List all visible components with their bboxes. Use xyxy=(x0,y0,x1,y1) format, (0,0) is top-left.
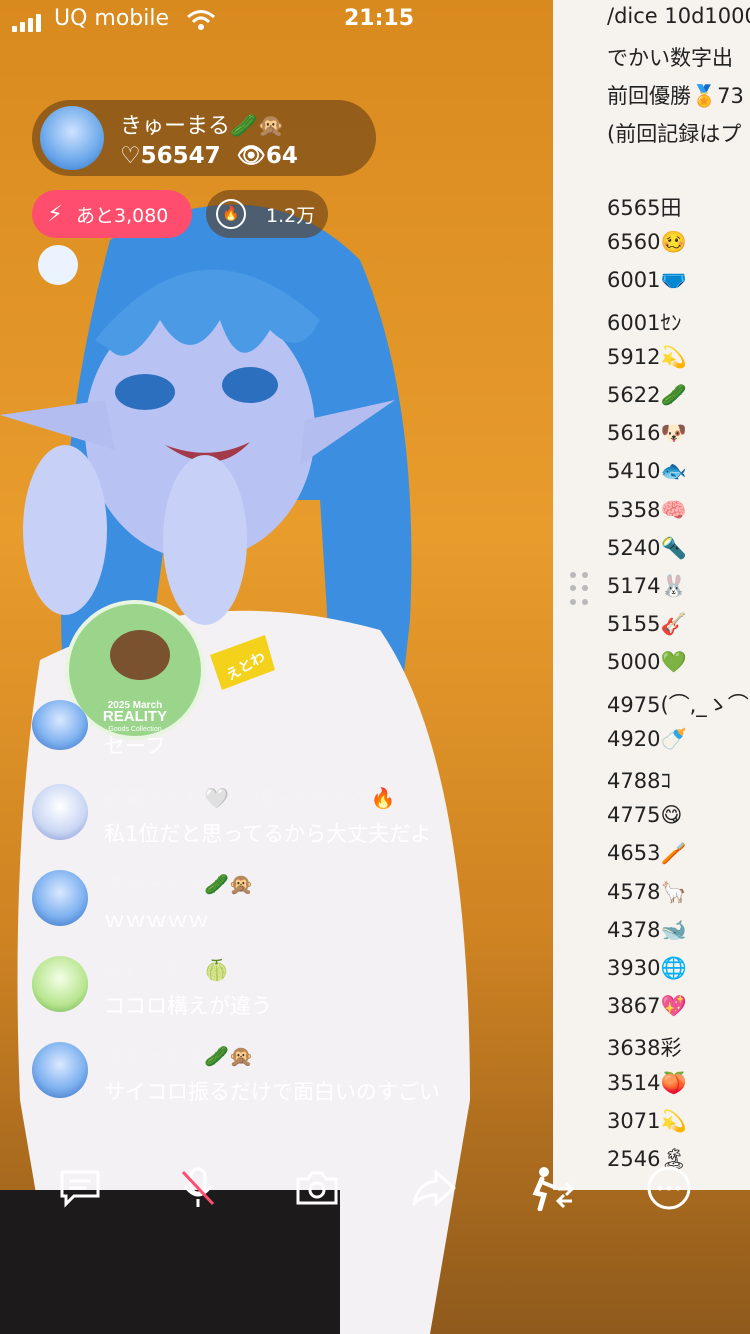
chat-avatar[interactable] xyxy=(32,1042,88,1098)
more-icon[interactable] xyxy=(641,1162,697,1214)
bottom-toolbar xyxy=(0,1150,750,1226)
notes-entry: 3638彩 xyxy=(607,1036,682,1061)
carrier-label: UQ mobile xyxy=(54,6,170,31)
chat-avatar[interactable] xyxy=(32,784,88,840)
notes-entry: 3930🌐 xyxy=(607,956,687,980)
chat-avatar[interactable] xyxy=(32,956,88,1012)
notes-entry: 5358🧠 xyxy=(607,497,687,522)
collab-icon[interactable] xyxy=(524,1162,580,1214)
viewer-count: 👁64 xyxy=(236,143,298,169)
chat-text: ココロ構えが違う xyxy=(104,994,272,1018)
chat-username: みどりおん🍈 xyxy=(104,958,229,982)
comment-icon[interactable] xyxy=(52,1162,108,1214)
notes-entry: 5174🐰 xyxy=(607,574,687,598)
chat-avatar[interactable] xyxy=(32,700,88,750)
notes-entry: 5912💫 xyxy=(607,344,687,369)
notes-header-line: 前回優勝🏅73 xyxy=(607,84,744,108)
notes-entry: 6001🩲 xyxy=(607,268,687,293)
remaining-points-label: あと3,080 xyxy=(76,204,169,227)
notes-entry: 5240🔦 xyxy=(607,535,687,560)
notes-entry: 4775😋 xyxy=(607,803,683,828)
notes-entry: 5155🎸 xyxy=(607,612,687,637)
camera-icon[interactable] xyxy=(289,1162,345,1214)
notes-entry: 3514🍑 xyxy=(607,1070,687,1095)
status-bar: UQ mobile 21:15 xyxy=(0,0,560,44)
drag-handle-icon[interactable] xyxy=(570,572,590,608)
notes-entry: 4653🪥 xyxy=(607,841,687,866)
notes-entry: 4378🐋 xyxy=(607,917,687,942)
notes-entry: 6001ｾﾝ xyxy=(607,310,682,335)
notes-entry: 4920🍼 xyxy=(607,726,687,751)
signal-icon xyxy=(12,14,41,32)
remaining-points-badge[interactable]: ⚡ あと3,080 xyxy=(32,190,192,238)
chat-text: 私1位だと思ってるから大丈夫だよ xyxy=(104,822,432,846)
heart-count: ♡56547 xyxy=(120,143,221,169)
wifi-icon xyxy=(187,10,215,30)
host-stats: ♡56547 👁64 xyxy=(120,142,298,169)
notes-entry: 5410🐟 xyxy=(607,459,687,484)
notes-entry: 4578🦙 xyxy=(607,879,687,904)
lightning-icon: ⚡ xyxy=(47,201,63,227)
host-profile[interactable]: きゅーまる🥒🙊 ♡56547 👁64 xyxy=(32,100,376,176)
fire-count-label: 1.2万 xyxy=(266,204,316,227)
notes-entry: 3867💖 xyxy=(607,994,687,1019)
notes-entry: 5622🥒 xyxy=(607,383,687,407)
notes-entry: 5616🐶 xyxy=(607,421,687,446)
notes-header-line: (前回記録はプ xyxy=(607,122,742,146)
notes-entry: 4975(⌒,_ゝ⌒ xyxy=(607,692,749,717)
mic-muted-icon[interactable] xyxy=(170,1162,226,1214)
notes-entry: 5000💚 xyxy=(607,650,687,675)
notes-entry: 6560🥴 xyxy=(607,230,687,255)
chat-text: セーフ xyxy=(104,734,166,758)
notes-entry: 6565田 xyxy=(607,196,682,220)
share-icon[interactable] xyxy=(406,1162,462,1214)
badge-title-text: REALITY xyxy=(103,708,167,725)
notes-header-line: /dice 10d1000 xyxy=(607,4,750,28)
chat-avatar[interactable] xyxy=(32,870,88,926)
fire-count-badge[interactable]: 🔥 1.2万 xyxy=(206,190,328,238)
notes-header-line: でかい数字出 xyxy=(607,46,733,70)
clock: 21:15 xyxy=(344,6,415,31)
chat-username: きゅーまる🥒🙊 xyxy=(104,872,254,896)
host-avatar[interactable] xyxy=(40,106,104,170)
chat-username: 誘宵えとわ🤍5/26~ガチイベ🔥 xyxy=(104,786,396,810)
chat-username: きゅーまる🥒🙊 xyxy=(104,1044,254,1068)
flame-icon: 🔥 xyxy=(216,199,246,229)
host-name: きゅーまる🥒🙊 xyxy=(120,114,285,139)
chat-text: サイコロ振るだけで面白いのすごい xyxy=(104,1080,440,1104)
chat-text: ｗｗｗｗｗ xyxy=(104,908,209,932)
notes-entry: 4788ｺ xyxy=(607,769,671,793)
notes-entry: 3071💫 xyxy=(607,1108,687,1133)
